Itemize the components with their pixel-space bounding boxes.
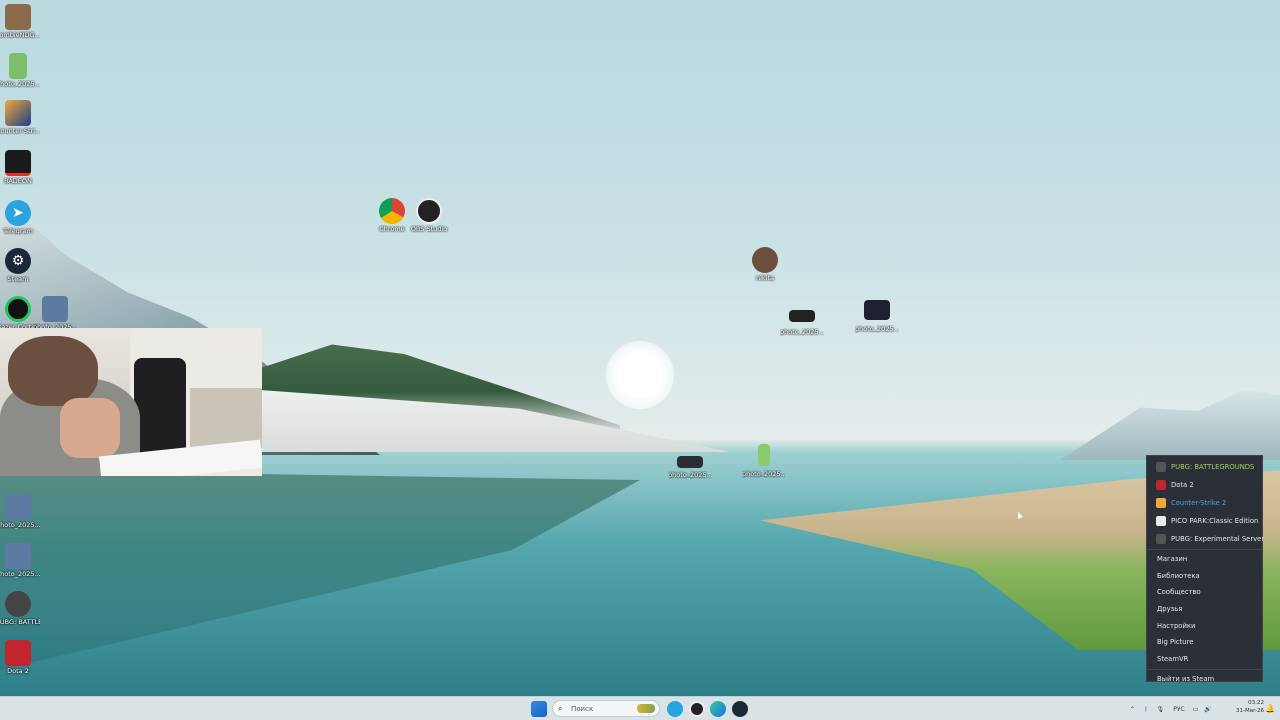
spreadsheet-file-icon (9, 53, 27, 79)
steam-menu-game-pico-park[interactable]: PICO PARK:Classic Edition (1147, 512, 1262, 530)
spreadsheet-file-icon (758, 444, 770, 466)
microphone-icon[interactable]: 🎙 (1157, 706, 1165, 713)
language-indicator[interactable]: РУС (1173, 706, 1184, 713)
webcam-person-arm (60, 398, 120, 458)
desktop-icon-photo-2[interactable]: photo_2025... (33, 296, 77, 331)
steam-menu-library[interactable]: Библиотека (1147, 568, 1262, 585)
steam-menu-game-dota2[interactable]: Dota 2 (1147, 476, 1262, 494)
desktop-icon-photo-7[interactable]: photo_2025... (668, 450, 712, 479)
razer-cortex-icon (5, 296, 31, 322)
user-folder-icon (752, 247, 778, 273)
webcam-person-head (8, 336, 98, 406)
taskbar-search[interactable]: ⌕ Поиск (552, 700, 660, 717)
notification-bell-icon[interactable]: 🔔 (1265, 701, 1275, 717)
radeon-icon (5, 150, 31, 176)
system-tray: ⌃ ᛒ 🎙 РУС ▭ 🔊 (1130, 700, 1218, 718)
desktop-icon-counter-strike[interactable]: Counter-Stri... 2 (0, 100, 40, 135)
steam-menu-game-label: PUBG: Experimental Server (1171, 535, 1265, 543)
steam-menu-big-picture[interactable]: Big Picture (1147, 634, 1262, 651)
clock-time: 03:22 (1248, 700, 1264, 706)
bluetooth-icon[interactable]: ᛒ (1144, 706, 1148, 713)
edge-icon[interactable] (710, 701, 726, 717)
desktop-icon-dota2[interactable]: Dota 2 (0, 640, 40, 675)
steam-menu-separator (1147, 668, 1262, 670)
steam-context-menu: PUBG: BATTLEGROUNDS Dota 2 Counter-Strik… (1146, 455, 1265, 683)
steam-menu-game-label: Dota 2 (1171, 481, 1194, 489)
desktop-icon-zombie-folder[interactable]: zombieNDG... (0, 4, 40, 39)
steam-menu-separator (1147, 549, 1262, 550)
windows-start-icon[interactable] (531, 701, 547, 717)
wallpaper-sun (606, 341, 674, 409)
webcam-overlay (0, 328, 262, 476)
desktop-icon-radeon[interactable]: RADEON (0, 150, 40, 185)
steam-menu-game-label: PICO PARK:Classic Edition (1171, 517, 1259, 525)
search-highlight-icon (637, 704, 655, 713)
desktop-icon-nikita[interactable]: nikita (743, 247, 787, 282)
obs-studio-icon[interactable] (689, 701, 705, 717)
desktop-icon-photo-1[interactable]: photo_2025... (0, 53, 40, 88)
chrome-icon (379, 198, 405, 224)
desktop-icon-obs-studio[interactable]: OBS Studio (407, 198, 451, 233)
pubg-icon (5, 591, 31, 617)
network-icon[interactable]: ▭ (1193, 706, 1199, 713)
pubg-icon (1156, 462, 1166, 472)
search-placeholder: Поиск (571, 704, 594, 713)
wallpaper-mountain-right (1060, 390, 1280, 460)
desktop-icon-photo-6[interactable]: photo_2025... (855, 300, 899, 333)
steam-menu-game-label: PUBG: BATTLEGROUNDS (1171, 463, 1255, 471)
desktop-icon-pubg[interactable]: PUBG: BATTLEGRO... (0, 591, 40, 626)
steam-menu-friends[interactable]: Друзья (1147, 601, 1262, 618)
taskbar-clock[interactable]: 03:22 31-Mar-26 (1224, 700, 1264, 715)
desktop-icon-photo-3[interactable]: photo_2025... (0, 494, 40, 529)
desktop-icon-photo-5[interactable]: photo_2025... (780, 303, 824, 336)
desktop-icon-photo-8[interactable]: photo_2025... (742, 444, 786, 478)
steam-icon: ⚙ (5, 248, 31, 274)
steam-icon[interactable] (732, 701, 748, 717)
pico-park-icon (1156, 516, 1166, 526)
steam-menu-steamvr[interactable]: SteamVR (1147, 651, 1262, 668)
dota2-icon (1156, 480, 1166, 490)
telegram-icon[interactable] (667, 701, 683, 717)
steam-menu-community[interactable]: Сообщество (1147, 584, 1262, 601)
search-icon: ⌕ (558, 703, 563, 713)
folder-photo-icon (5, 4, 31, 30)
desktop-icon-photo-4[interactable]: photo_2025... (0, 543, 40, 578)
steam-menu-store[interactable]: Магазин (1147, 551, 1262, 568)
steam-menu-settings[interactable]: Настройки (1147, 618, 1262, 635)
pubg-icon (1156, 534, 1166, 544)
steam-menu-game-pubg[interactable]: PUBG: BATTLEGROUNDS (1147, 458, 1262, 476)
clock-date: 31-Mar-26 (1236, 707, 1264, 714)
obs-studio-icon (416, 198, 442, 224)
steam-menu-game-counter-strike[interactable]: Counter-Strike 2 (1147, 494, 1262, 512)
image-file-icon (677, 456, 703, 468)
volume-icon[interactable]: 🔊 (1204, 706, 1211, 713)
webcam-chair (134, 358, 186, 456)
telegram-icon: ➤ (5, 200, 31, 226)
dota2-icon (5, 640, 31, 666)
chevron-up-icon[interactable]: ⌃ (1130, 706, 1135, 713)
steam-menu-game-label: Counter-Strike 2 (1171, 499, 1227, 507)
image-file-icon (789, 310, 815, 322)
image-file-icon (864, 300, 890, 320)
steam-menu-exit[interactable]: Выйти из Steam (1147, 671, 1262, 688)
wallpaper-reflection (0, 470, 640, 670)
steam-menu-game-pubg-experimental[interactable]: PUBG: Experimental Server (1147, 530, 1265, 548)
counter-strike-icon (1156, 498, 1166, 508)
image-file-icon (5, 494, 31, 520)
webcam-desk (190, 388, 262, 448)
image-file-icon (5, 543, 31, 569)
desktop-icon-telegram[interactable]: ➤ Telegram (0, 200, 40, 235)
image-file-icon (42, 296, 68, 322)
counter-strike-icon (5, 100, 31, 126)
taskbar: ⌕ Поиск ⌃ ᛒ 🎙 РУС ▭ 🔊 03:22 31-Mar-26 🔔 (0, 696, 1280, 720)
desktop-icon-steam[interactable]: ⚙ Steam (0, 248, 40, 283)
